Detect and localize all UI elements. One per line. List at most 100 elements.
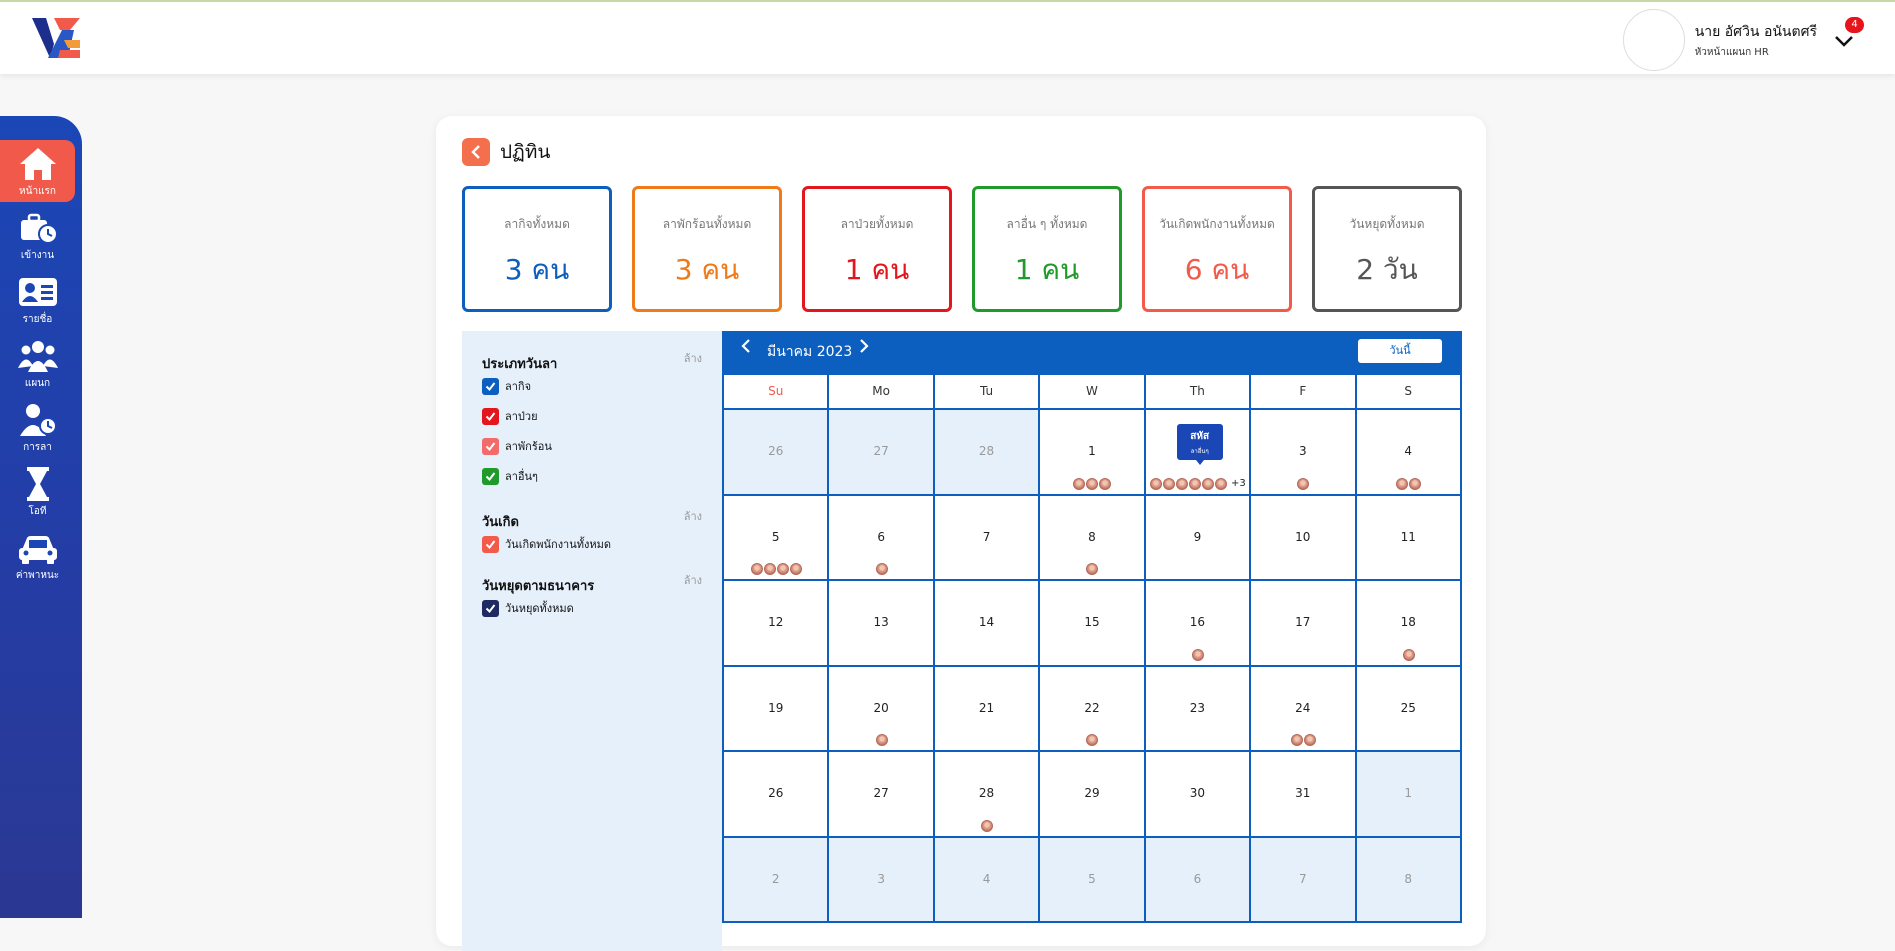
employee-avatar[interactable] [981, 819, 994, 832]
checkbox-checked-icon[interactable] [482, 377, 499, 395]
prev-month-button[interactable] [740, 339, 752, 357]
calendar-day[interactable]: 17 [1251, 581, 1357, 667]
calendar-day[interactable]: 23 [1145, 666, 1252, 752]
filter-checkbox[interactable]: ลากิจ [482, 377, 708, 395]
sidebar-item-transport[interactable]: ค่าพาหนะ [0, 524, 75, 586]
calendar-day[interactable]: 9 [1145, 495, 1252, 581]
filter-checkbox[interactable]: ลาป่วย [482, 407, 708, 425]
leave-avatars[interactable] [935, 819, 1038, 832]
calendar-day[interactable]: 27 [829, 410, 935, 496]
calendar-day[interactable]: 2 [724, 837, 830, 923]
user-menu-button[interactable]: 4 [1833, 17, 1864, 51]
sidebar-item-departments[interactable]: แผนก [0, 332, 75, 394]
clear-button[interactable]: ล้าง [684, 507, 702, 525]
leave-avatars[interactable] [1357, 648, 1460, 661]
employee-avatar[interactable] [1073, 477, 1086, 490]
sidebar-item-home[interactable]: หน้าแรก [0, 140, 75, 202]
calendar-day[interactable]: 26 [724, 752, 830, 838]
filter-checkbox[interactable]: ลาอื่นๆ [482, 467, 708, 485]
avatar[interactable] [1622, 9, 1685, 71]
next-month-button[interactable] [858, 339, 870, 357]
employee-avatar[interactable] [1163, 477, 1176, 490]
calendar-day[interactable]: 28 [934, 752, 1041, 838]
employee-avatar[interactable] [1086, 477, 1099, 490]
calendar-day[interactable]: 29 [1040, 752, 1146, 838]
employee-avatar[interactable] [1086, 734, 1099, 746]
calendar-day[interactable]: 15 [1040, 581, 1146, 667]
calendar-day[interactable]: 7 [1251, 837, 1357, 923]
calendar-day[interactable]: 6 [829, 495, 935, 581]
employee-avatar[interactable] [763, 563, 776, 575]
calendar-day[interactable]: 18 [1356, 581, 1462, 667]
employee-avatar[interactable] [1290, 734, 1303, 746]
calendar-day[interactable]: 13 [829, 581, 935, 667]
checkbox-checked-icon[interactable] [482, 599, 499, 617]
employee-avatar[interactable] [1191, 648, 1204, 661]
checkbox-checked-icon[interactable] [482, 535, 499, 553]
calendar-day[interactable]: 25 [1356, 666, 1462, 752]
leave-avatars[interactable] [1040, 477, 1143, 490]
calendar-day[interactable]: 5 [1040, 837, 1146, 923]
calendar-day[interactable]: 8 [1356, 837, 1462, 923]
employee-avatar[interactable] [1099, 477, 1112, 490]
employee-avatar[interactable] [1396, 477, 1409, 490]
calendar-day[interactable]: 6 [1145, 837, 1252, 923]
calendar-day[interactable]: 22 [1040, 666, 1146, 752]
calendar-day[interactable]: 19 [724, 666, 830, 752]
calendar-day[interactable]: 2+3สหัสลาอื่นๆ [1145, 410, 1252, 496]
employee-avatar[interactable] [1086, 563, 1099, 575]
employee-avatar[interactable] [789, 563, 802, 575]
leave-avatars[interactable] [1251, 734, 1354, 746]
more-count[interactable]: +3 [1231, 478, 1246, 489]
employee-avatar[interactable] [776, 563, 789, 575]
today-button[interactable]: วันนี้ [1358, 339, 1442, 363]
filter-checkbox[interactable]: วันหยุดทั้งหมด [482, 599, 708, 617]
leave-avatars[interactable] [829, 734, 932, 746]
sidebar-item-employees[interactable]: รายชื่อ [0, 268, 75, 330]
leave-avatars[interactable] [1251, 477, 1354, 490]
sidebar-item-ot[interactable]: โอที [0, 460, 75, 522]
calendar-day[interactable]: 1 [1356, 752, 1462, 838]
calendar-day[interactable]: 24 [1251, 666, 1357, 752]
company-logo[interactable] [24, 14, 82, 64]
leave-avatars[interactable]: +3 [1146, 477, 1249, 490]
employee-avatar[interactable] [875, 563, 888, 575]
leave-avatars[interactable] [1146, 648, 1249, 661]
leave-avatars[interactable] [724, 563, 827, 575]
sidebar-item-leave[interactable]: การลา [0, 396, 75, 458]
employee-avatar[interactable] [750, 563, 763, 575]
calendar-day[interactable]: 26 [724, 410, 830, 496]
calendar-day[interactable]: 8 [1040, 495, 1146, 581]
leave-avatars[interactable] [1040, 563, 1143, 575]
calendar-day[interactable]: 5 [724, 495, 830, 581]
calendar-day[interactable]: 4 [1356, 410, 1462, 496]
calendar-day[interactable]: 10 [1251, 495, 1357, 581]
employee-avatar[interactable] [1189, 477, 1202, 490]
calendar-day[interactable]: 16 [1145, 581, 1252, 667]
employee-avatar[interactable] [1297, 477, 1310, 490]
user-profile[interactable]: นาย อัศวิน อนันตศรี หัวหน้าแผนก HR 4 [1622, 9, 1864, 71]
calendar-day[interactable]: 27 [829, 752, 935, 838]
leave-avatars[interactable] [829, 563, 932, 575]
calendar-day[interactable]: 20 [829, 666, 935, 752]
employee-avatar[interactable] [1303, 734, 1316, 746]
employee-avatar[interactable] [1215, 477, 1228, 490]
calendar-day[interactable]: 7 [934, 495, 1041, 581]
filter-checkbox[interactable]: ลาพักร้อน [482, 437, 708, 455]
calendar-day[interactable]: 28 [934, 410, 1041, 496]
clear-button[interactable]: ล้าง [684, 349, 702, 367]
calendar-day[interactable]: 4 [934, 837, 1041, 923]
calendar-day[interactable]: 11 [1356, 495, 1462, 581]
calendar-day[interactable]: 3 [1251, 410, 1357, 496]
calendar-day[interactable]: 14 [934, 581, 1041, 667]
leave-avatars[interactable] [1040, 734, 1143, 746]
calendar-day[interactable]: 12 [724, 581, 830, 667]
employee-avatar[interactable] [1402, 648, 1415, 661]
sidebar-item-checkin[interactable]: เข้างาน [0, 204, 75, 266]
calendar-day[interactable]: 1 [1040, 410, 1146, 496]
checkbox-checked-icon[interactable] [482, 407, 499, 425]
filter-checkbox[interactable]: วันเกิดพนักงานทั้งหมด [482, 535, 708, 553]
employee-avatar[interactable] [1202, 477, 1215, 490]
calendar-day[interactable]: 21 [934, 666, 1041, 752]
employee-avatar[interactable] [1409, 477, 1422, 490]
